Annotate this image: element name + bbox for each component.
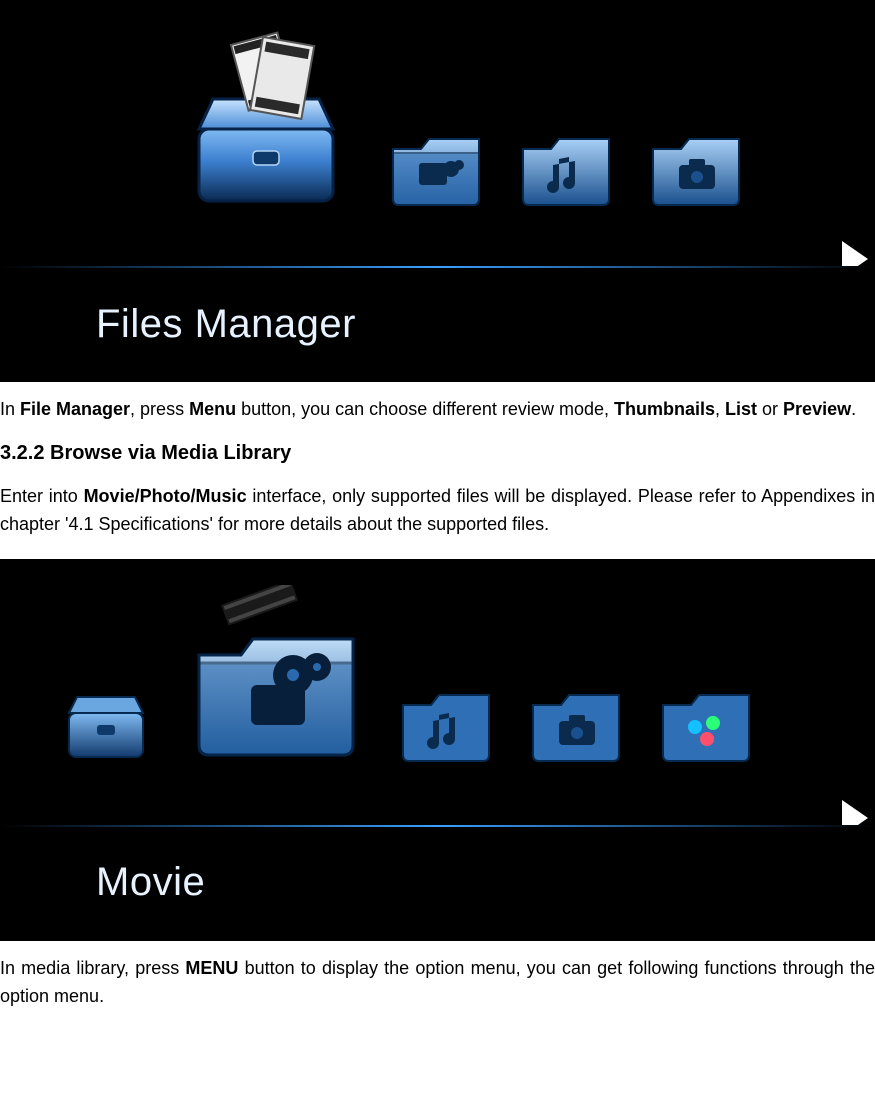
music-folder-small-icon: [391, 665, 501, 775]
caption-bar: Files Manager: [1, 266, 874, 381]
menu-icons-row: [1, 29, 874, 219]
movies-folder-icon: [381, 109, 491, 219]
music-folder-icon: [511, 109, 621, 219]
files-manager-icon: [171, 29, 361, 219]
photos-folder-small-icon: [521, 665, 631, 775]
movie-folder-big-icon: [181, 585, 371, 775]
paragraph-file-manager: In File Manager, press Menu button, you …: [0, 396, 875, 424]
movie-screenshot: Movie: [0, 559, 875, 941]
menu-icons-row-2: [1, 585, 874, 775]
photos-folder-icon: [641, 109, 751, 219]
caption-text-2: Movie: [96, 851, 205, 913]
caption-text: Files Manager: [96, 293, 356, 355]
section-heading: 3.2.2 Browse via Media Library: [0, 438, 875, 469]
apps-folder-icon: [651, 665, 761, 775]
paragraph-media-library: Enter into Movie/Photo/Music interface, …: [0, 483, 875, 539]
caption-bar-2: Movie: [1, 825, 874, 940]
paragraph-menu-button: In media library, press MENU button to d…: [0, 955, 875, 1011]
files-manager-small-icon: [51, 665, 161, 775]
files-manager-screenshot: Files Manager: [0, 0, 875, 382]
